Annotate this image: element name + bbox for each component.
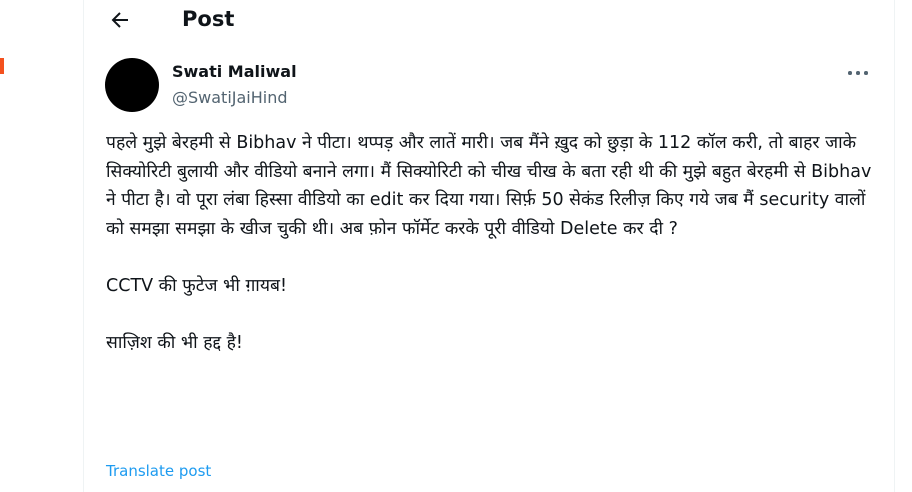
post-column: Post Swati Maliwal @SwatiJaiHind पहले मु… <box>83 0 895 492</box>
accent-marker <box>0 58 4 74</box>
page-title: Post <box>182 7 235 31</box>
translate-post-link[interactable]: Translate post <box>106 461 211 481</box>
post-paragraph: CCTV की फुटेज भी ग़ायब! <box>106 275 287 296</box>
post-text: पहले मुझे बेरहमी से Bibhav ने पीटा। थप्प… <box>106 129 876 358</box>
post-paragraph: पहले मुझे बेरहमी से Bibhav ने पीटा। थप्प… <box>106 133 877 239</box>
author-name[interactable]: Swati Maliwal <box>172 61 297 83</box>
page-header: Post <box>84 0 894 40</box>
arrow-left-icon <box>111 12 128 28</box>
more-icon-dot <box>864 71 868 75</box>
author-handle[interactable]: @SwatiJaiHind <box>172 87 288 109</box>
post-paragraph: साज़िश की भी हद्द है! <box>106 333 243 354</box>
more-icon-dot <box>856 71 860 75</box>
more-options-button[interactable] <box>844 62 872 84</box>
avatar[interactable] <box>105 58 159 112</box>
more-icon <box>848 71 852 75</box>
back-button[interactable] <box>104 4 136 36</box>
